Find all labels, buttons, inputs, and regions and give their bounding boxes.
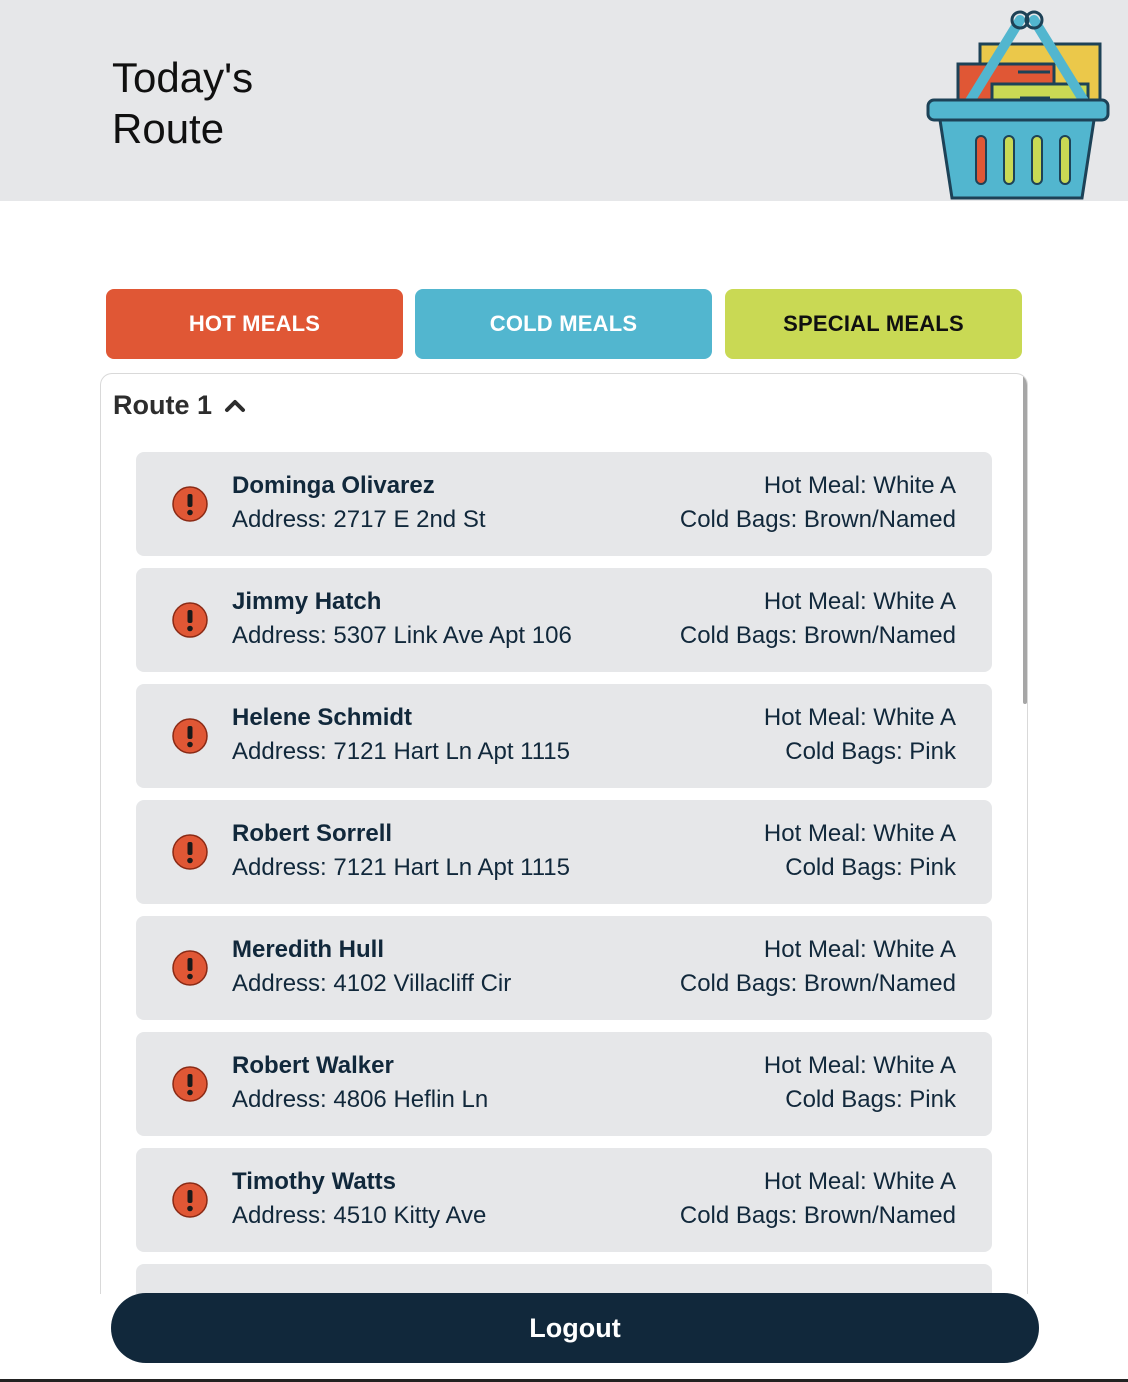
recipient-name: Timothy Watts bbox=[232, 1168, 397, 1195]
route-title: Route 1 bbox=[113, 389, 213, 420]
recipient-name: Helene Schmidt bbox=[232, 704, 413, 731]
delivery-row[interactable]: Timothy Watts Address: 4510 Kitty Ave Ho… bbox=[136, 1148, 992, 1252]
recipient-address: Address: 7121 Hart Ln Apt 1115 bbox=[232, 854, 571, 881]
cold-bags-info: Cold Bags: Brown/Named bbox=[679, 1202, 956, 1229]
hot-meal-info: Hot Meal: White A bbox=[763, 1168, 956, 1195]
delivery-list: Dominga Olivarez Address: 2717 E 2nd St … bbox=[136, 452, 992, 1294]
exclamation-circle-icon bbox=[172, 950, 208, 986]
exclamation-circle-icon bbox=[172, 834, 208, 870]
exclamation-circle-icon bbox=[172, 602, 208, 638]
recipient-address: Address: 2717 E 2nd St bbox=[232, 506, 486, 533]
hot-meal-info: Hot Meal: White A bbox=[763, 704, 956, 731]
tab-hot-meals[interactable]: HOT MEALS bbox=[106, 289, 403, 359]
delivery-row[interactable]: Dominga Olivarez Address: 2717 E 2nd St … bbox=[136, 452, 992, 556]
tab-cold-meals[interactable]: COLD MEALS bbox=[415, 289, 712, 359]
delivery-row[interactable]: Robert Sorrell Address: 7121 Hart Ln Apt… bbox=[136, 800, 992, 904]
recipient-name: Dominga Olivarez bbox=[232, 472, 435, 499]
recipient-address: Address: 4510 Kitty Ave bbox=[232, 1202, 487, 1229]
recipient-name: Robert Sorrell bbox=[232, 820, 393, 847]
cold-bags-info: Cold Bags: Pink bbox=[785, 1086, 956, 1113]
app-header: Today's Route bbox=[0, 0, 1128, 201]
exclamation-circle-icon bbox=[172, 1066, 208, 1102]
meal-type-tabs: HOT MEALS COLD MEALS SPECIAL MEALS bbox=[106, 289, 1022, 359]
recipient-name: Robert Walker bbox=[232, 1052, 394, 1079]
delivery-row[interactable]: Helene Schmidt Address: 7121 Hart Ln Apt… bbox=[136, 684, 992, 788]
chevron-up-icon bbox=[225, 400, 246, 412]
route-toggle[interactable]: Route 1 bbox=[113, 390, 246, 420]
delivery-row[interactable]: Robert Walker Address: 4806 Heflin Ln Ho… bbox=[136, 1032, 992, 1136]
recipient-address: Address: 4102 Villacliff Cir bbox=[232, 970, 512, 997]
recipient-address: Address: 4806 Heflin Ln bbox=[232, 1086, 489, 1113]
cold-bags-info: Cold Bags: Brown/Named bbox=[679, 622, 956, 649]
exclamation-circle-icon bbox=[172, 486, 208, 522]
hot-meal-info: Hot Meal: White A bbox=[763, 472, 956, 499]
recipient-name: Meredith Hull bbox=[232, 936, 385, 963]
delivery-row-partial[interactable] bbox=[136, 1264, 992, 1294]
hot-meal-info: Hot Meal: White A bbox=[763, 588, 956, 615]
cold-bags-info: Cold Bags: Pink bbox=[785, 738, 956, 765]
cold-bags-info: Cold Bags: Brown/Named bbox=[679, 970, 956, 997]
route-panel: Route 1 Dominga Olivarez Address: 2717 E… bbox=[100, 373, 1028, 1294]
recipient-address: Address: 5307 Link Ave Apt 106 bbox=[232, 622, 572, 649]
delivery-row[interactable]: Meredith Hull Address: 4102 Villacliff C… bbox=[136, 916, 992, 1020]
scrollbar[interactable] bbox=[1023, 374, 1027, 704]
page-title: Today's Route bbox=[112, 54, 254, 152]
shopping-basket-icon bbox=[926, 10, 1110, 200]
cold-bags-info: Cold Bags: Brown/Named bbox=[679, 506, 956, 533]
recipient-name: Jimmy Hatch bbox=[232, 588, 382, 615]
hot-meal-info: Hot Meal: White A bbox=[763, 1052, 956, 1079]
exclamation-circle-icon bbox=[172, 1182, 208, 1218]
tab-special-meals[interactable]: SPECIAL MEALS bbox=[725, 289, 1022, 359]
exclamation-circle-icon bbox=[172, 718, 208, 754]
cold-bags-info: Cold Bags: Pink bbox=[785, 854, 956, 881]
recipient-address: Address: 7121 Hart Ln Apt 1115 bbox=[232, 738, 571, 765]
hot-meal-info: Hot Meal: White A bbox=[763, 820, 956, 847]
logout-button[interactable]: Logout bbox=[111, 1293, 1039, 1363]
hot-meal-info: Hot Meal: White A bbox=[763, 936, 956, 963]
delivery-row[interactable]: Jimmy Hatch Address: 5307 Link Ave Apt 1… bbox=[136, 568, 992, 672]
